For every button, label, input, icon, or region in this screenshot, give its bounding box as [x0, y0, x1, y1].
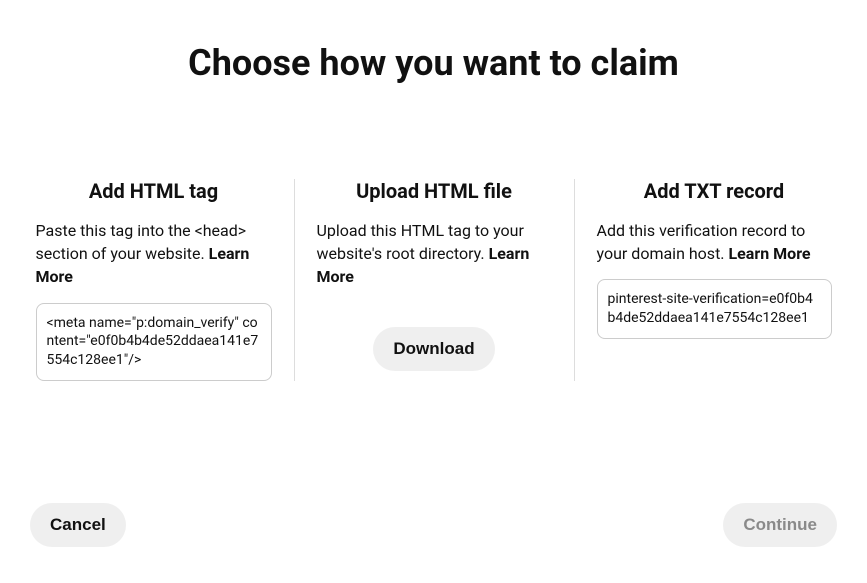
- html-tag-code-box[interactable]: <meta name="p:domain_verify" content="e0…: [36, 303, 272, 382]
- option-txt-record: Add TXT record Add this verification rec…: [574, 179, 854, 381]
- cancel-button[interactable]: Cancel: [30, 503, 126, 547]
- option-txt-record-title: Add TXT record: [597, 179, 832, 203]
- footer-actions: Cancel Continue: [0, 503, 867, 547]
- download-button[interactable]: Download: [373, 327, 494, 371]
- option-html-tag-description: Paste this tag into the <head> section o…: [36, 219, 272, 289]
- option-html-tag-title: Add HTML tag: [36, 179, 272, 203]
- learn-more-link-txt[interactable]: Learn More: [728, 244, 810, 263]
- continue-button[interactable]: Continue: [723, 503, 837, 547]
- option-upload-file-description: Upload this HTML tag to your website's r…: [317, 219, 552, 289]
- download-button-wrap: Download: [317, 327, 552, 371]
- option-upload-file-title: Upload HTML file: [317, 179, 552, 203]
- txt-record-code-box[interactable]: pinterest-site-verification=e0f0b4b4de52…: [597, 279, 832, 339]
- page-heading: Choose how you want to claim: [0, 42, 867, 84]
- option-txt-record-description: Add this verification record to your dom…: [597, 219, 832, 265]
- option-html-tag: Add HTML tag Paste this tag into the <he…: [14, 179, 294, 381]
- option-upload-file: Upload HTML file Upload this HTML tag to…: [294, 179, 574, 381]
- claim-options: Add HTML tag Paste this tag into the <he…: [0, 179, 867, 381]
